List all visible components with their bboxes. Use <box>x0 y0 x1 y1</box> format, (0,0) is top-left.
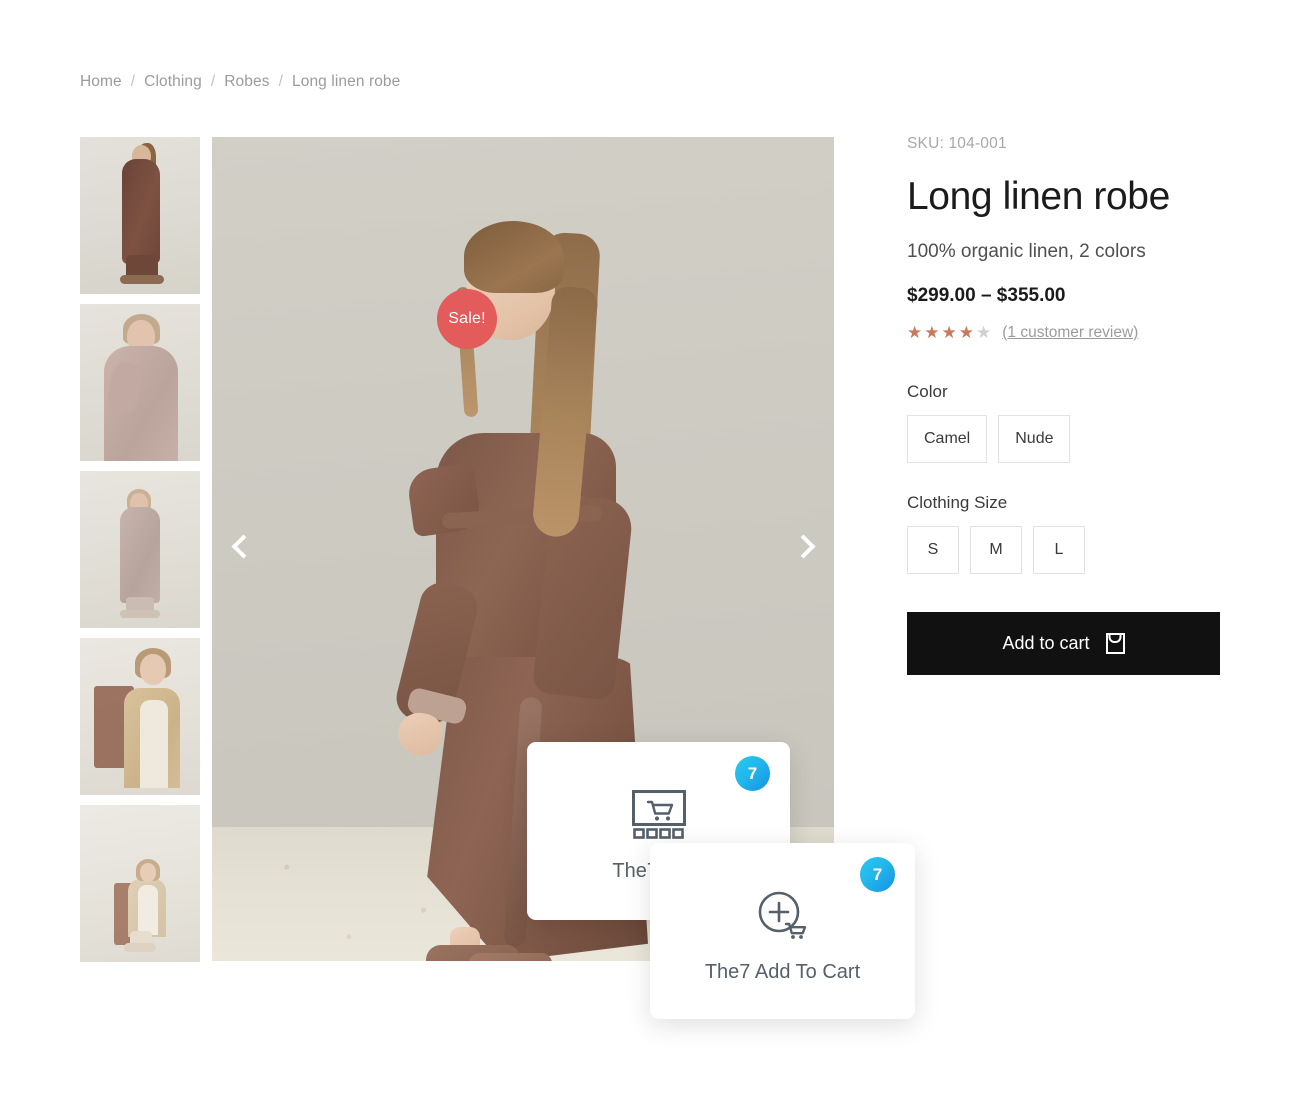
breadcrumb-item-current: Long linen robe <box>292 73 401 90</box>
attribute-group-size: Clothing Size S M L <box>907 493 1227 574</box>
attribute-group-color: Color Camel Nude <box>907 382 1227 463</box>
breadcrumb-item-robes[interactable]: Robes <box>224 73 269 91</box>
plugin-badge-the7: 7 <box>735 756 770 791</box>
sale-badge: Sale! <box>437 289 497 349</box>
thumb-figure-head <box>140 654 166 685</box>
gallery-thumbnail-5[interactable] <box>80 805 200 962</box>
star-icon: ★ <box>907 323 924 343</box>
gallery-thumbnail-2[interactable] <box>80 304 200 461</box>
product-summary: SKU: 104-001 Long linen robe 100% organi… <box>907 135 1227 675</box>
size-option-l[interactable]: L <box>1033 525 1085 574</box>
thumb-figure-body <box>120 507 160 603</box>
size-options: S M L <box>907 525 1227 574</box>
thumb-figure-shoe <box>124 943 156 952</box>
breadcrumb-item-clothing[interactable]: Clothing <box>144 73 202 91</box>
review-count-link[interactable]: (1 customer review) <box>1002 324 1138 342</box>
breadcrumb-separator: / <box>278 73 283 90</box>
chevron-left-icon <box>231 533 256 559</box>
star-icon: ★ <box>941 323 958 343</box>
star-icon: ★ <box>976 323 993 343</box>
model-hair-top <box>464 221 564 293</box>
add-to-cart-label: Add to cart <box>1002 632 1090 653</box>
plugin-card-the7-add-to-cart[interactable]: 7 The7 Add To Cart <box>650 843 915 1019</box>
product-subtitle: 100% organic linen, 2 colors <box>907 240 1146 262</box>
plugin-card-label: The7 Add To Cart <box>704 961 861 983</box>
add-to-cart-plus-icon <box>753 887 813 945</box>
color-option-nude[interactable]: Nude <box>998 414 1071 463</box>
color-option-camel[interactable]: Camel <box>907 414 988 463</box>
shopping-bag-icon <box>1105 632 1125 654</box>
breadcrumb-item-home[interactable]: Home <box>80 73 122 91</box>
add-to-cart-button[interactable]: Add to cart <box>907 611 1220 675</box>
size-option-m[interactable]: M <box>970 525 1022 574</box>
thumb-figure-head <box>140 863 156 882</box>
thumb-figure-body <box>122 159 160 264</box>
star-rating: ★ ★ ★ ★ ★ <box>907 324 992 341</box>
attribute-label-color: Color <box>907 381 948 401</box>
attribute-label-size: Clothing Size <box>907 492 1008 512</box>
star-icon: ★ <box>924 323 941 343</box>
product-sku: SKU: 104-001 <box>907 135 1007 152</box>
thumb-figure-shoe <box>120 610 160 618</box>
products-grid-cart-icon <box>631 786 687 844</box>
product-price: $299.00 – $355.00 <box>907 284 1066 306</box>
gallery-thumbnail-1[interactable] <box>80 137 200 294</box>
thumb-figure-shoe <box>120 275 164 284</box>
gallery-thumbnail-3[interactable] <box>80 471 200 628</box>
gallery-thumbnail-strip <box>80 137 200 962</box>
page-title: Long linen robe <box>907 175 1170 218</box>
breadcrumb-separator: / <box>130 73 136 90</box>
star-icon: ★ <box>958 323 975 343</box>
thumb-figure-slip <box>140 700 168 788</box>
product-page: Home / Clothing / Robes / Long linen rob… <box>0 0 1300 1100</box>
breadcrumb-separator: / <box>210 73 216 90</box>
plugin-badge-the7: 7 <box>860 857 895 892</box>
gallery-prev-arrow[interactable] <box>222 527 260 565</box>
breadcrumb: Home / Clothing / Robes / Long linen rob… <box>80 73 400 91</box>
size-option-s[interactable]: S <box>907 525 959 574</box>
gallery-next-arrow[interactable] <box>787 527 825 565</box>
gallery-thumbnail-4[interactable] <box>80 638 200 795</box>
model-slipper-right <box>468 953 552 961</box>
chevron-right-icon <box>791 533 816 559</box>
product-rating: ★ ★ ★ ★ ★ (1 customer review) <box>907 324 1227 342</box>
color-options: Camel Nude <box>907 414 1227 463</box>
thumb-figure-slip <box>138 885 158 935</box>
